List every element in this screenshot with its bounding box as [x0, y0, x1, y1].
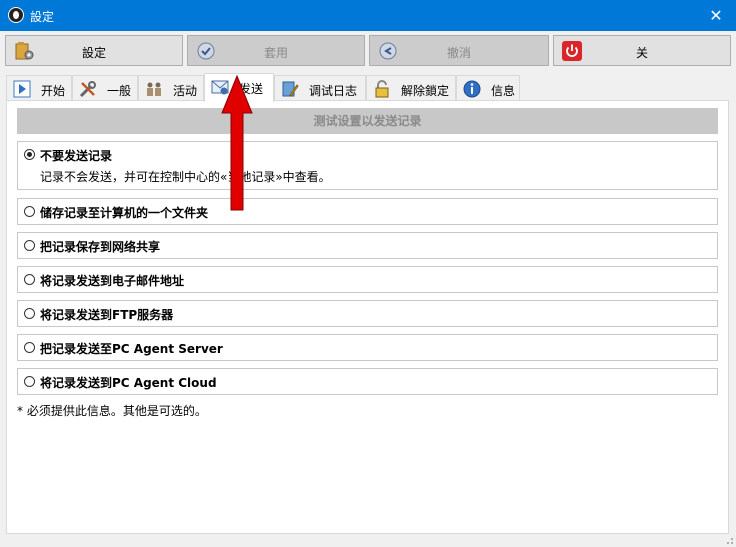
tab-general[interactable]: 一般: [72, 75, 138, 100]
undo-button-label: 撤消: [446, 46, 471, 60]
notepad-pencil-icon: [282, 81, 299, 97]
radio-pc-agent-cloud[interactable]: [24, 376, 35, 387]
option-do-not-send-label: 不要发送记录: [40, 149, 113, 163]
required-footnote: * 必须提供此信息。其他是可选的。: [17, 404, 207, 418]
option-ftp[interactable]: 将记录发送到FTP服务器: [17, 300, 718, 327]
option-pc-agent-cloud[interactable]: 将记录发送到PC Agent Cloud: [17, 368, 718, 395]
close-button[interactable]: 关: [553, 35, 731, 66]
send-settings-panel: 测试设置以发送记录 不要发送记录 记录不会发送，并可在控制中心的«当地记录»中查…: [6, 100, 729, 534]
undo-button[interactable]: 撤消: [369, 35, 549, 66]
radio-network-share[interactable]: [24, 240, 35, 251]
play-icon: [13, 80, 31, 98]
tab-send-label: 发送: [239, 82, 264, 96]
mail-icon: [211, 80, 229, 95]
toolbar: 設定 套用 撤消 关: [0, 31, 736, 71]
resize-grip-icon[interactable]: [724, 535, 734, 545]
window-title: 設定: [30, 10, 55, 24]
tab-activity-label: 活动: [173, 84, 198, 98]
settings-button-label: 設定: [81, 46, 106, 60]
option-save-to-folder[interactable]: 储存记录至计算机的一个文件夹: [17, 198, 718, 225]
option-pc-agent-server-label: 把记录发送至PC Agent Server: [40, 342, 223, 356]
tab-unlock-label: 解除鎖定: [401, 84, 450, 98]
tab-debug-log-label: 调试日志: [309, 84, 358, 98]
tab-activity[interactable]: 活动: [138, 75, 204, 100]
tab-unlock[interactable]: 解除鎖定: [366, 75, 456, 100]
title-bar: 設定 ✕: [0, 0, 736, 31]
option-network-share-label: 把记录保存到网络共享: [40, 240, 161, 254]
option-pc-agent-cloud-label: 将记录发送到PC Agent Cloud: [40, 376, 217, 390]
tools-icon: [79, 81, 96, 98]
tab-debug-log[interactable]: 调试日志: [274, 75, 366, 100]
tab-start-label: 开始: [41, 84, 66, 98]
close-button-label: 关: [635, 46, 648, 60]
option-do-not-send[interactable]: 不要发送记录 记录不会发送，并可在控制中心的«当地记录»中查看。: [17, 141, 718, 190]
tab-info-label: 信息: [491, 84, 516, 98]
option-pc-agent-server[interactable]: 把记录发送至PC Agent Server: [17, 334, 718, 361]
option-do-not-send-description: 记录不会发送，并可在控制中心的«当地记录»中查看。: [40, 170, 331, 184]
option-network-share[interactable]: 把记录保存到网络共享: [17, 232, 718, 259]
close-window-button[interactable]: ✕: [696, 0, 736, 31]
radio-email[interactable]: [24, 274, 35, 285]
lock-icon: [375, 80, 389, 98]
info-icon: [463, 80, 481, 98]
option-ftp-label: 将记录发送到FTP服务器: [40, 308, 174, 322]
apply-button-label: 套用: [263, 46, 288, 60]
tab-send[interactable]: 发送: [204, 73, 274, 102]
people-icon: [147, 82, 161, 96]
option-email[interactable]: 将记录发送到电子邮件地址: [17, 266, 718, 293]
radio-do-not-send[interactable]: [24, 149, 35, 160]
tab-info[interactable]: 信息: [456, 75, 520, 100]
settings-app-icon: [8, 7, 24, 23]
settings-button[interactable]: 設定: [5, 35, 183, 66]
apply-button[interactable]: 套用: [187, 35, 365, 66]
option-email-label: 将记录发送到电子邮件地址: [40, 274, 185, 288]
tab-general-label: 一般: [107, 84, 132, 98]
test-settings-button[interactable]: 测试设置以发送记录: [17, 108, 718, 134]
radio-ftp[interactable]: [24, 308, 35, 319]
tab-start[interactable]: 开始: [6, 75, 72, 100]
option-save-to-folder-label: 储存记录至计算机的一个文件夹: [40, 206, 209, 220]
radio-pc-agent-server[interactable]: [24, 342, 35, 353]
radio-save-to-folder[interactable]: [24, 206, 35, 217]
